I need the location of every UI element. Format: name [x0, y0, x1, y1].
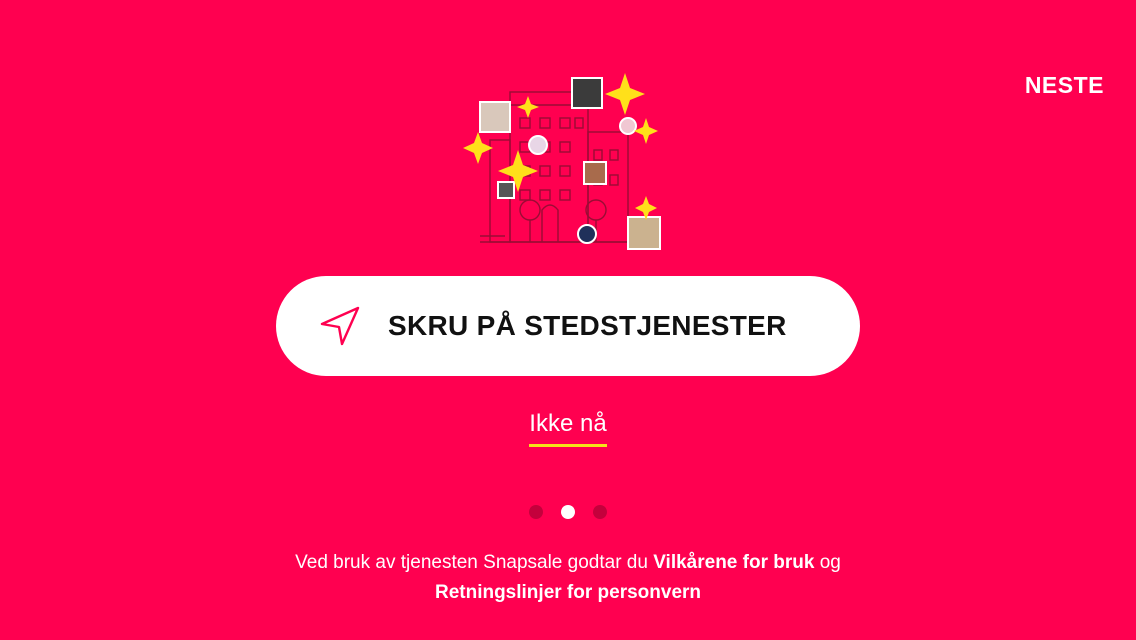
navigation-arrow-icon: [318, 304, 362, 348]
location-button-label: SKRU PÅ STEDSTJENESTER: [388, 310, 787, 341]
city-illustration: [460, 70, 670, 255]
page-indicator: [0, 505, 1136, 519]
terms-text: Ved bruk av tjenesten Snapsale godtar du…: [268, 548, 868, 608]
terms-and: og: [814, 552, 841, 573]
terms-prefix: Ved bruk av tjenesten Snapsale godtar du: [295, 552, 654, 573]
not-now-wrapper: Ikke nå: [0, 410, 1136, 447]
page-dot: [593, 505, 607, 519]
enable-location-button[interactable]: SKRU PÅ STEDSTJENESTER: [276, 276, 860, 376]
page-dot: [529, 505, 543, 519]
next-button[interactable]: NESTE: [1025, 72, 1104, 99]
privacy-policy-link[interactable]: Retningslinjer for personvern: [435, 582, 701, 603]
not-now-link[interactable]: Ikke nå: [529, 410, 607, 447]
terms-of-use-link[interactable]: Vilkårene for bruk: [653, 552, 814, 573]
page-dot-active: [561, 505, 575, 519]
